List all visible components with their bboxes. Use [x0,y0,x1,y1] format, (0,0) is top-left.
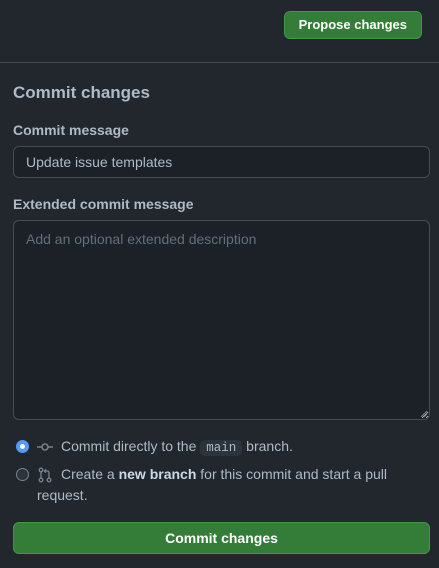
commit-direct-radio[interactable] [16,440,29,453]
extended-message-label: Extended commit message [13,196,194,212]
new-branch-radio[interactable] [16,468,29,481]
new-branch-line2: request. [37,487,88,503]
commit-direct-suffix: branch. [246,438,293,454]
resize-handle-icon[interactable] [420,410,428,418]
top-bar: Propose changes [0,0,439,63]
new-branch-label: Create a new branch for this commit and … [61,464,431,485]
new-branch-prefix: Create a [61,466,115,482]
git-pull-request-icon [38,467,52,483]
branch-name-chip: main [200,440,243,456]
commit-message-label: Commit message [13,122,129,138]
propose-changes-button[interactable]: Propose changes [283,11,422,39]
new-branch-bold: new branch [118,466,197,482]
new-branch-suffix: for this commit and start a pull [200,466,388,482]
panel-title: Commit changes [13,83,150,102]
commit-message-input[interactable] [13,146,430,178]
git-commit-icon [37,443,53,451]
commit-direct-prefix: Commit directly to the [61,438,197,454]
extended-message-textarea[interactable] [13,220,430,420]
commit-changes-button[interactable]: Commit changes [13,522,430,554]
commit-direct-label: Commit directly to the main branch. [61,436,431,459]
